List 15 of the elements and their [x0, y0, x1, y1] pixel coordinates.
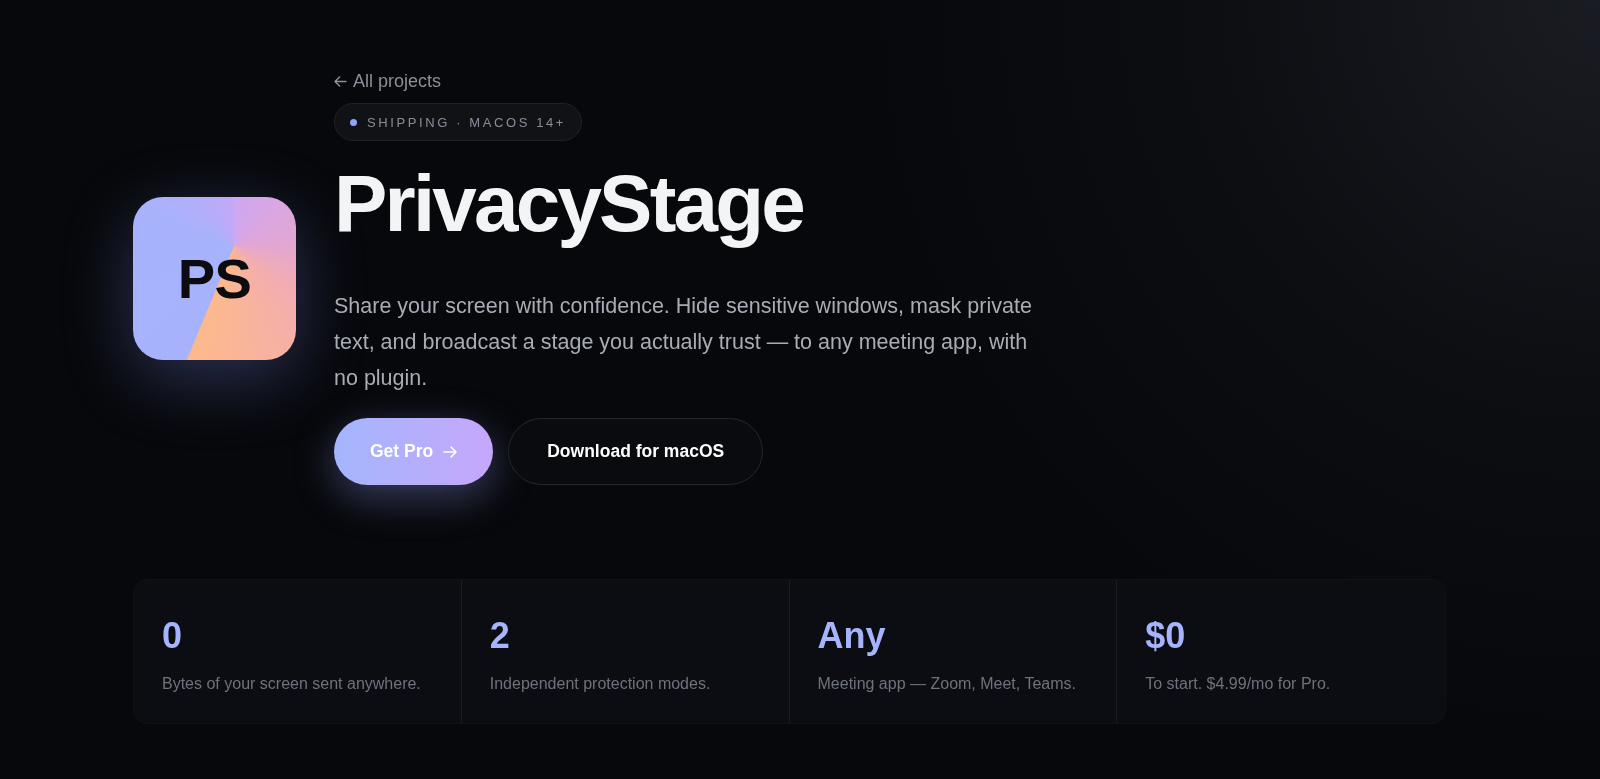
- stat-value: 2: [489, 618, 511, 654]
- stat-label: Independent protection modes.: [489, 674, 712, 694]
- download-button[interactable]: Download for macOS: [508, 418, 764, 485]
- stat-label: Bytes of your screen sent anywhere.: [162, 674, 422, 694]
- back-link[interactable]: All projects: [334, 68, 442, 94]
- app-logo: PS: [133, 197, 296, 360]
- stat-value: $0: [1145, 618, 1187, 654]
- description: Share your screen with confidence. Hide sensitive windows, mask private text, and broadcast a stage you actually trust — to any meeting app, with no plugin.: [334, 293, 1033, 392]
- stat-label: Meeting app — Zoom, Meet, Teams.: [817, 674, 1077, 694]
- arrow-right-icon: [443, 445, 458, 458]
- stat-label: To start. $4.99/mo for Pro.: [1145, 674, 1332, 694]
- stat-value: 0: [162, 618, 184, 654]
- arrow-left-icon: [334, 75, 347, 87]
- badge-label: SHIPPING · MACOS 14+: [367, 115, 566, 129]
- stat-value: Any: [817, 618, 887, 654]
